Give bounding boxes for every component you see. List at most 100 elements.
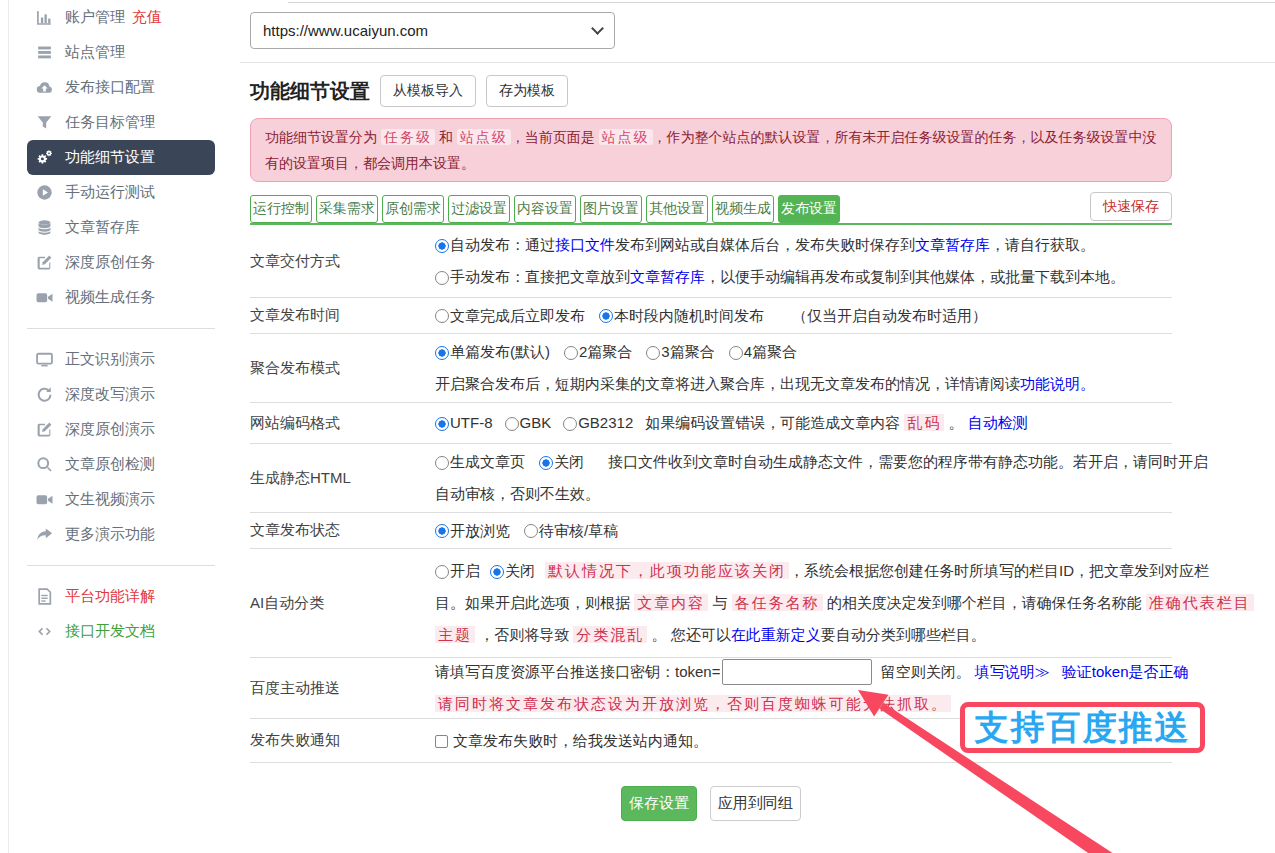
radio-option[interactable]	[435, 346, 449, 360]
field-text: 留空则关闭。	[876, 663, 974, 680]
radio-option[interactable]	[435, 456, 449, 470]
field-text: 的相关度决定发到哪个栏目，请确保任务名称能	[823, 594, 1146, 611]
radio-option[interactable]	[539, 456, 553, 470]
tab-other-settings[interactable]: 其他设置	[646, 195, 708, 223]
document-icon	[35, 588, 53, 606]
sidebar-item-text-to-video-demo[interactable]: 文生视频演示	[9, 482, 240, 517]
tab-run-control[interactable]: 运行控制	[250, 195, 312, 223]
form-row-publish-time: 文章发布时间文章完成后立即发布本时段内随机时间发布（仅当开启自动发布时适用）	[250, 298, 1172, 334]
sidebar-item-deep-original-demo[interactable]: 深度原创演示	[9, 412, 240, 447]
field-text: 开启聚合发布后，短期内采集的文章将进入聚合库，出现无文章发布的情况，详情请阅读	[435, 375, 1020, 392]
link[interactable]: 自动检测	[968, 414, 1028, 431]
save-settings-button[interactable]: 保存设置	[621, 786, 697, 821]
field-text: ，否则将导致	[475, 626, 573, 643]
tab-collection-requirements[interactable]: 采集需求	[316, 195, 378, 223]
field-text: 与	[708, 594, 731, 611]
baidu-push-annotation: 支持百度推送	[960, 702, 1205, 753]
sidebar-item-site-management[interactable]: 站点管理	[9, 35, 240, 70]
radio-option[interactable]	[435, 309, 449, 323]
radio-option[interactable]	[505, 417, 519, 431]
sidebar-item-task-target-management[interactable]: 任务目标管理	[9, 105, 240, 140]
radio-option[interactable]	[646, 346, 660, 360]
option-label: 生成文章页	[450, 453, 525, 470]
cloud-upload-icon	[35, 79, 53, 97]
alert-text: 功能细节设置分为	[265, 129, 381, 145]
sidebar-item-video-generation-task[interactable]: 视频生成任务	[9, 280, 240, 315]
sidebar-item-deep-original-task[interactable]: 深度原创任务	[9, 245, 240, 280]
chevron-down-icon	[591, 22, 604, 35]
sidebar-item-label: 发布接口配置	[65, 78, 155, 97]
field-label: 文章发布状态	[250, 521, 435, 540]
sidebar-item-content-recognition-demo[interactable]: 正文识别演示	[9, 342, 240, 377]
radio-option[interactable]	[599, 309, 613, 323]
refresh-icon	[35, 386, 53, 404]
link[interactable]: 验证token是否正确	[1062, 663, 1189, 680]
database-icon	[35, 219, 53, 237]
option-label: 3篇聚合	[661, 343, 714, 360]
recharge-badge[interactable]: 充值	[132, 8, 162, 27]
highlight: 请同时将文章发布状态设为开放浏览，否则百度蜘蛛可能无法抓取。	[435, 695, 951, 712]
link[interactable]: 文章暂存库	[630, 268, 705, 285]
video-icon	[35, 289, 53, 307]
highlight: 默认情况下，此项功能应该关闭	[545, 562, 789, 579]
radio-option[interactable]	[435, 565, 449, 579]
radio-option[interactable]	[435, 524, 449, 538]
tab-video-generation[interactable]: 视频生成	[712, 195, 774, 223]
highlight: 文章内容	[634, 594, 708, 611]
sidebar-item-more-demo-features[interactable]: 更多演示功能	[9, 517, 240, 552]
sidebar-item-article-staging[interactable]: 文章暂存库	[9, 210, 240, 245]
sidebar-item-platform-features-guide[interactable]: 平台功能详解	[9, 579, 240, 614]
sidebar-item-article-originality-check[interactable]: 文章原创检测	[9, 447, 240, 482]
form-row-aggregate-mode: 聚合发布模式单篇发布(默认)2篇聚合3篇聚合4篇聚合开启聚合发布后，短期内采集的…	[250, 334, 1172, 403]
site-select[interactable]: https://www.ucaiyun.com	[250, 12, 615, 49]
form-row-publish-status: 文章发布状态开放浏览待审核/草稿	[250, 513, 1172, 549]
field-text: ，以便手动编辑再发布或复制到其他媒体，或批量下载到本地。	[705, 268, 1125, 285]
radio-option[interactable]	[435, 271, 449, 285]
tab-filter-settings[interactable]: 过滤设置	[448, 195, 510, 223]
option-label: 文章完成后立即发布	[450, 307, 585, 324]
field-text: 请填写百度资源平台推送接口密钥：token=	[435, 663, 720, 680]
save-as-template-button[interactable]: 存为模板	[486, 75, 568, 107]
sidebar-item-label: 站点管理	[65, 43, 125, 62]
field-text: 要自动分类到哪些栏目。	[821, 626, 986, 643]
sidebar: 账户管理充值站点管理发布接口配置任务目标管理功能细节设置手动运行测试文章暂存库深…	[9, 0, 240, 649]
field-text: ，系统会根据您创建任务时所填写的栏目ID，把文章发到对应栏	[789, 562, 1209, 579]
sidebar-item-api-dev-docs[interactable]: 接口开发文档	[9, 614, 240, 649]
radio-option[interactable]	[729, 346, 743, 360]
sidebar-item-account-management[interactable]: 账户管理充值	[9, 0, 240, 35]
checkbox-option[interactable]	[435, 735, 448, 748]
form-row-static-html: 生成静态HTML生成文章页关闭接口文件收到文章时自动生成静态文件，需要您的程序带…	[250, 444, 1172, 513]
link[interactable]: 接口文件	[555, 236, 615, 253]
sidebar-item-label: 视频生成任务	[65, 288, 155, 307]
apply-to-group-button[interactable]: 应用到同组	[710, 786, 801, 821]
tab-publish-settings[interactable]: 发布设置	[778, 195, 840, 223]
sidebar-item-deep-rewrite-demo[interactable]: 深度改写演示	[9, 377, 240, 412]
tab-content-settings[interactable]: 内容设置	[514, 195, 576, 223]
radio-option[interactable]	[435, 417, 449, 431]
radio-option[interactable]	[435, 239, 449, 253]
tab-image-settings[interactable]: 图片设置	[580, 195, 642, 223]
option-label: 单篇发布(默认)	[450, 343, 550, 360]
field-text: 。 您还可以	[647, 626, 730, 643]
radio-option[interactable]	[563, 417, 577, 431]
radio-option[interactable]	[524, 524, 538, 538]
highlight: 乱码	[904, 414, 944, 431]
sidebar-item-label: 深度原创任务	[65, 253, 155, 272]
sidebar-item-publish-api-config[interactable]: 发布接口配置	[9, 70, 240, 105]
sidebar-item-label: 账户管理	[65, 8, 125, 27]
sidebar-item-feature-detail-settings[interactable]: 功能细节设置	[27, 140, 215, 175]
radio-option[interactable]	[564, 346, 578, 360]
option-label: 本时段内随机时间发布	[614, 307, 764, 324]
main-content: https://www.ucaiyun.com 功能细节设置 从模板导入 存为模…	[250, 0, 1172, 821]
tab-originality-requirements[interactable]: 原创需求	[382, 195, 444, 223]
import-from-template-button[interactable]: 从模板导入	[380, 75, 476, 107]
quick-save-button[interactable]: 快速保存	[1090, 192, 1172, 221]
link[interactable]: 填写说明≫	[975, 663, 1050, 680]
link[interactable]: 功能说明。	[1020, 375, 1095, 392]
baidu-token-input[interactable]	[722, 659, 872, 685]
radio-option[interactable]	[490, 565, 504, 579]
field-label: 发布失败通知	[250, 731, 435, 750]
link[interactable]: 文章暂存库	[915, 236, 990, 253]
sidebar-item-manual-run-test[interactable]: 手动运行测试	[9, 175, 240, 210]
link[interactable]: 在此重新定义	[731, 626, 821, 643]
